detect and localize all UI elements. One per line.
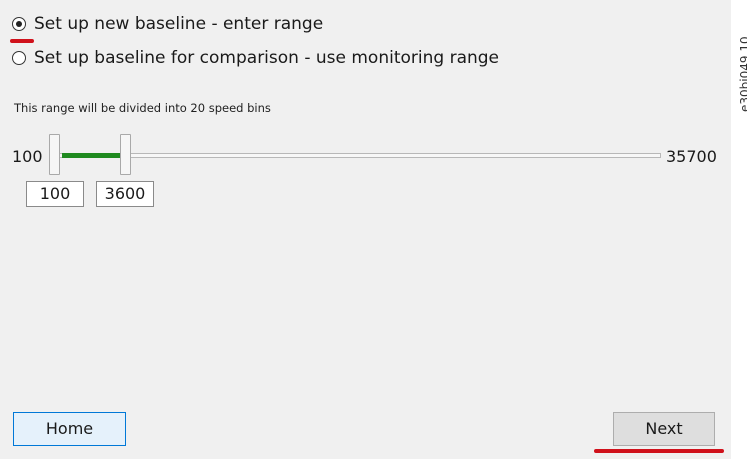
radio-new-baseline[interactable] — [12, 17, 26, 31]
figure-code: e30bi049.10 — [738, 36, 747, 112]
highlight-underline-radio — [10, 39, 34, 43]
range-slider-low-thumb[interactable] — [49, 134, 60, 175]
range-slider-track[interactable] — [54, 153, 661, 158]
range-max-label: 35700 — [666, 147, 717, 166]
speed-bins-info: This range will be divided into 20 speed… — [14, 101, 271, 115]
radio-selected-dot — [15, 20, 22, 27]
range-min-label: 100 — [12, 147, 43, 166]
baseline-setup-panel: Set up new baseline - enter range Set up… — [0, 0, 731, 459]
home-button[interactable]: Home — [13, 412, 126, 446]
range-slider-selected-fill — [62, 153, 120, 158]
option-new-baseline-label[interactable]: Set up new baseline - enter range — [34, 14, 323, 34]
range-low-input[interactable]: 100 — [26, 181, 84, 207]
range-slider-high-thumb[interactable] — [120, 134, 131, 175]
option-comparison-baseline[interactable]: Set up baseline for comparison - use mon… — [12, 48, 499, 68]
radio-comparison-baseline[interactable] — [12, 51, 26, 65]
option-comparison-baseline-label[interactable]: Set up baseline for comparison - use mon… — [34, 48, 499, 68]
range-high-input[interactable]: 3600 — [96, 181, 154, 207]
option-new-baseline[interactable]: Set up new baseline - enter range — [12, 14, 323, 34]
next-button[interactable]: Next — [613, 412, 715, 446]
highlight-underline-next — [594, 449, 724, 453]
